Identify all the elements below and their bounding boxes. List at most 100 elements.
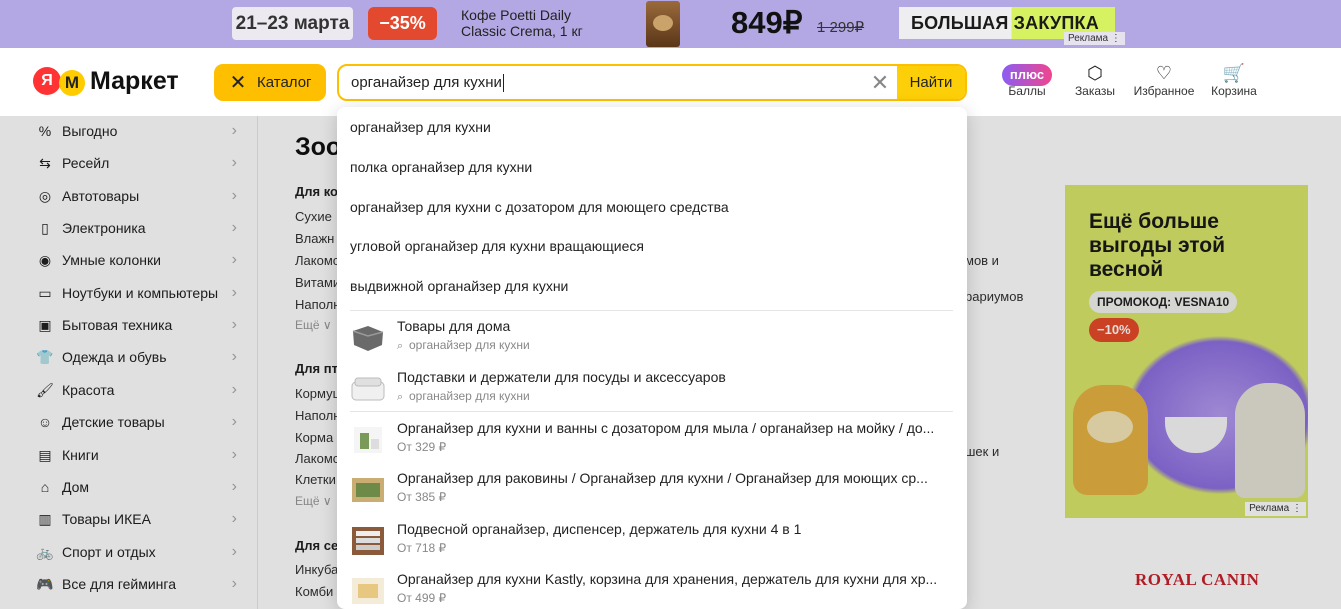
sidebar-item-vygodno[interactable]: % Выгодно › xyxy=(0,117,245,145)
header: Я М Маркет ✕ Каталог органайзер для кухн… xyxy=(0,48,1341,116)
chevron-right-icon: › xyxy=(231,543,237,560)
promo-discount-badge: −35% xyxy=(368,7,437,40)
sidebar-divider xyxy=(257,116,258,609)
product-suggestion[interactable]: Подвесной органайзер, диспенсер, держате… xyxy=(350,520,955,564)
group-item[interactable]: Сухие xyxy=(295,209,332,224)
group-item[interactable]: Инкуба xyxy=(295,562,338,577)
group-item[interactable]: Витами xyxy=(295,275,340,290)
chevron-right-icon: › xyxy=(231,154,237,171)
spring-promo-ad[interactable]: Ещё больше выгоды этой весной ПРОМОКОД: … xyxy=(1065,185,1308,518)
promo-ad-label[interactable]: Реклама ⋮ xyxy=(1064,32,1125,45)
search-icon: ⌕ xyxy=(397,391,404,403)
group-title-birds[interactable]: Для пт xyxy=(295,361,338,376)
suggestion-item[interactable]: выдвижной органайзер для кухни xyxy=(350,276,568,296)
sidebar-item-smart-speakers[interactable]: ◉ Умные колонки › xyxy=(0,246,245,274)
shirt-icon: 👕 xyxy=(36,348,54,365)
heart-icon: ♡ xyxy=(1155,63,1173,83)
pillow-thumbnail xyxy=(352,326,384,351)
suggestion-item[interactable]: угловой органайзер для кухни вращающиеся xyxy=(350,236,644,256)
group-item[interactable]: Лакомс xyxy=(295,253,339,268)
clear-search-icon[interactable]: ✕ xyxy=(869,72,891,94)
group-item[interactable]: Клетки xyxy=(295,472,336,487)
sidebar-item-laptops[interactable]: ▭ Ноутбуки и компьютеры › xyxy=(0,279,245,307)
catalog-button[interactable]: ✕ Каталог xyxy=(214,64,326,101)
brush-icon: 🖌 xyxy=(36,381,54,398)
resale-icon: ⇆ xyxy=(39,154,51,171)
nav-points-label: Баллы xyxy=(1008,84,1046,98)
nav-cart-label: Корзина xyxy=(1211,84,1257,98)
chevron-right-icon: › xyxy=(231,510,237,527)
product-suggestion[interactable]: Органайзер для кухни Kastly, корзина для… xyxy=(350,570,955,609)
gamepad-icon: 🎮 xyxy=(36,575,54,592)
nav-orders-label: Заказы xyxy=(1074,84,1116,98)
product-thumbnail xyxy=(352,578,384,604)
sidebar-item-books[interactable]: ▤ Книги › xyxy=(0,441,245,469)
promo-dates: 21–23 марта xyxy=(232,7,353,40)
sidebar-item-gaming[interactable]: 🎮 Все для гейминга › xyxy=(0,570,245,598)
promo-code-badge: ПРОМОКОД: VESNA10 xyxy=(1089,291,1238,313)
group-item[interactable]: Корма xyxy=(295,430,333,445)
sidebar-item-beauty[interactable]: 🖌 Красота › xyxy=(0,376,245,404)
dish-rack-thumbnail xyxy=(351,377,385,401)
sidebar-item-electronics[interactable]: ▯ Электроника › xyxy=(0,214,245,242)
search-input[interactable]: органайзер для кухни xyxy=(351,66,504,99)
sidebar-item-kids[interactable]: ☺ Детские товары › xyxy=(0,408,245,436)
market-logo[interactable]: Я М Маркет xyxy=(33,66,179,96)
suggestion-item[interactable]: полка органайзер для кухни xyxy=(350,157,532,177)
group-item[interactable]: Лакомс xyxy=(295,451,339,466)
category-fragment[interactable]: шек и xyxy=(965,444,999,459)
category-suggestion[interactable]: Подставки и держатели для посуды и аксес… xyxy=(350,368,955,412)
chevron-right-icon: › xyxy=(231,413,237,430)
sidebar-item-appliances[interactable]: ▣ Бытовая техника › xyxy=(0,311,245,339)
group-item[interactable]: Наполн xyxy=(295,297,340,312)
sidebar-item-clothing[interactable]: 👕 Одежда и обувь › xyxy=(0,343,245,371)
search-suggestions-dropdown: органайзер для кухни полка органайзер дл… xyxy=(337,107,967,609)
close-icon: ✕ xyxy=(229,72,247,94)
group-item[interactable]: Кормуш xyxy=(295,386,343,401)
search-bar: органайзер для кухни ✕ Найти xyxy=(337,64,967,101)
group-item[interactable]: Комби xyxy=(295,584,333,599)
product-suggestion[interactable]: Органайзер для раковины / Органайзер для… xyxy=(350,469,955,513)
toy-image xyxy=(1073,385,1148,495)
sidebar-item-auto[interactable]: ◎ Автотовары › xyxy=(0,182,245,210)
chevron-right-icon: › xyxy=(231,187,237,204)
ad-label[interactable]: Реклама ⋮ xyxy=(1245,502,1306,516)
promo-banner[interactable]: 21–23 марта −35% Кофе Poetti Daily Class… xyxy=(0,0,1341,48)
sidebar-item-ikea[interactable]: ▥ Товары ИКЕА › xyxy=(0,505,245,533)
search-button[interactable]: Найти xyxy=(897,66,965,99)
category-fragment[interactable]: мов и xyxy=(965,253,999,268)
nav-orders[interactable]: ⬡ Заказы xyxy=(1072,62,1118,102)
house-icon: ⌂ xyxy=(40,479,50,495)
nav-points[interactable]: плюс Баллы xyxy=(1000,62,1054,102)
speaker-icon: ◉ xyxy=(38,251,52,268)
sidebar-item-sport[interactable]: 🚲 Спорт и отдых › xyxy=(0,538,245,566)
suggestion-item[interactable]: органайзер для кухни xyxy=(350,117,491,137)
chevron-right-icon: › xyxy=(231,284,237,301)
plus-badge-icon: плюс xyxy=(1001,64,1053,86)
catalog-label: Каталог xyxy=(257,74,312,91)
dropdown-divider xyxy=(350,310,953,311)
kettle-image xyxy=(1235,383,1305,498)
chevron-right-icon: › xyxy=(231,219,237,236)
group-title-cats[interactable]: Для ко xyxy=(295,184,338,199)
nav-favorites[interactable]: ♡ Избранное xyxy=(1133,62,1195,102)
laptop-icon: ▭ xyxy=(38,284,52,301)
show-more-link[interactable]: Ещё ∨ xyxy=(295,494,332,508)
show-more-link[interactable]: Ещё ∨ xyxy=(295,318,332,332)
box-icon: ⬡ xyxy=(1087,63,1103,83)
sidebar-item-home[interactable]: ⌂ Дом › xyxy=(0,473,245,501)
logo-m-icon: М xyxy=(57,67,87,96)
product-suggestion[interactable]: Органайзер для кухни и ванны с дозатором… xyxy=(350,419,955,463)
group-item[interactable]: Наполн xyxy=(295,408,340,423)
category-suggestion[interactable]: Товары для дома ⌕ органайзер для кухни xyxy=(350,317,955,361)
dropdown-divider xyxy=(350,411,953,412)
royal-canin-logo[interactable]: ROYAL CANIN xyxy=(1135,570,1259,590)
suggestion-item[interactable]: органайзер для кухни с дозатором для мою… xyxy=(350,197,729,217)
category-fragment[interactable]: рариумов xyxy=(965,289,1023,304)
logo-name: Маркет xyxy=(90,66,179,95)
nav-cart[interactable]: 🛒 Корзина xyxy=(1208,62,1260,102)
sidebar-item-resale[interactable]: ⇆ Ресейл › xyxy=(0,149,245,177)
chevron-right-icon: › xyxy=(231,478,237,495)
group-item[interactable]: Влажн xyxy=(295,231,334,246)
group-title-farm[interactable]: Для се xyxy=(295,538,338,553)
